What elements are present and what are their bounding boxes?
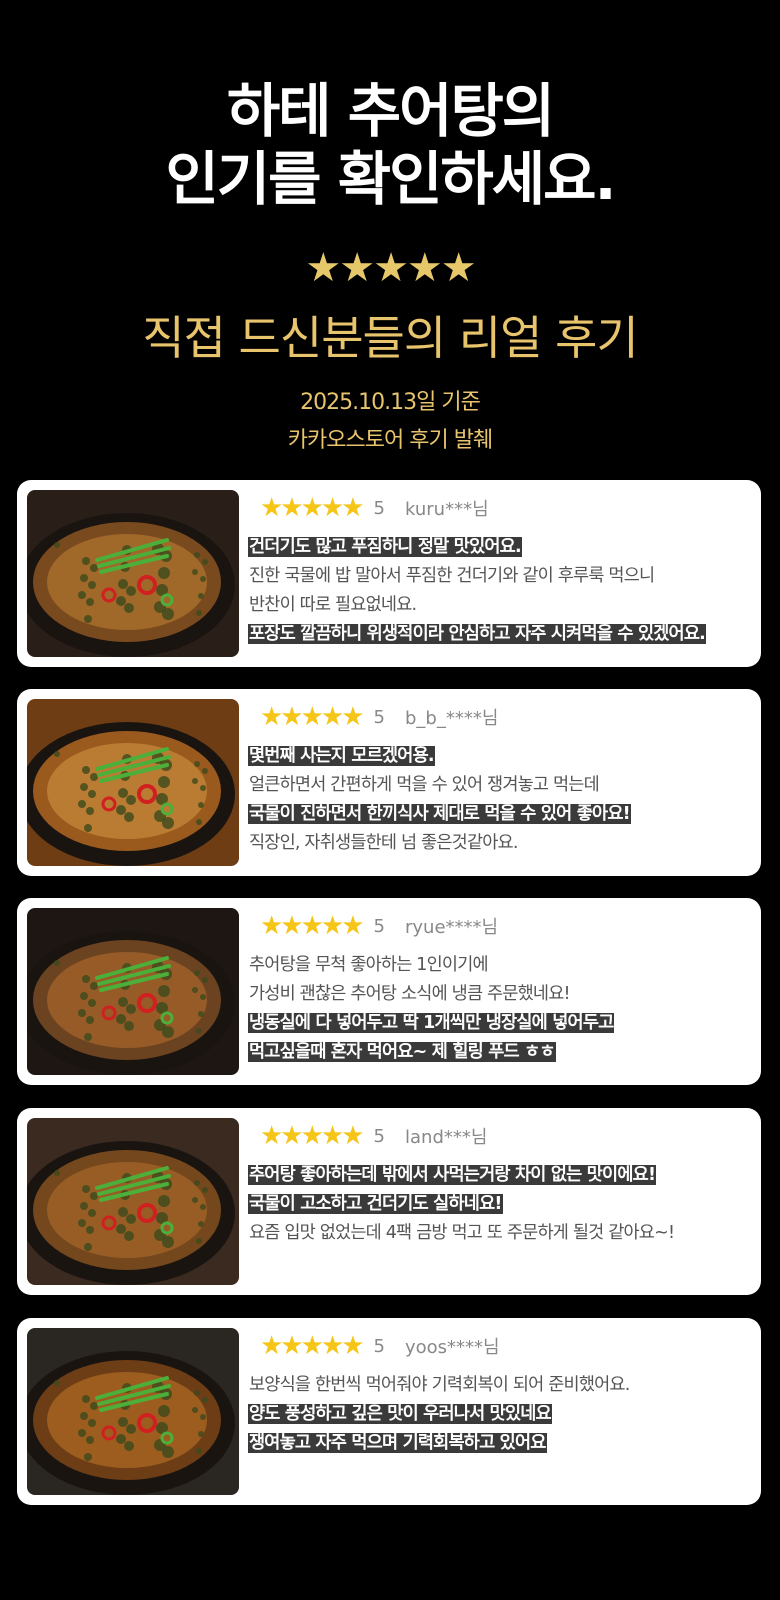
food-photo [27, 1118, 239, 1285]
reviewer-name: kuru***님 [405, 499, 489, 520]
food-photo [27, 490, 239, 657]
review-line: 추어탕을 무척 좋아하는 1인이기에 [248, 952, 754, 981]
review-line: 가성비 괜찮은 추어탕 소식에 냉큼 주문했네요! [248, 981, 754, 1010]
review-rating: ★★★★★ 5 kuru***님 [260, 494, 489, 522]
review-line: 먹고싶을때 혼자 먹어요~ 제 힐링 푸드 ㅎㅎ [248, 1039, 754, 1068]
page-title-line1: 하테 추어탕의 [226, 77, 555, 145]
review-text: 추어탕을 무척 좋아하는 1인이기에가성비 괜찮은 추어탕 소식에 냉큼 주문했… [248, 952, 754, 1068]
reviewer-name: yoos****님 [405, 1337, 500, 1358]
reviewer-name: b_b_****님 [405, 708, 499, 729]
review-line: 양도 풍성하고 깊은 맛이 우러나서 맛있네요 [248, 1401, 754, 1430]
review-line: 추어탕 좋아하는데 밖에서 사먹는거랑 차이 없는 맛이에요! [248, 1162, 754, 1191]
highlighted-text: 국물이 고소하고 건더기도 실하네요! [248, 1194, 503, 1214]
highlighted-text: 몇번째 사는지 모르겠어용. [248, 746, 435, 766]
review-line-text: 반찬이 따로 필요없네요. [249, 595, 417, 615]
review-card-1: ★★★★★ 5 kuru***님 건더기도 많고 푸짐하니 정말 맛있어요. 진한… [17, 480, 761, 667]
review-rating: ★★★★★ 5 ryue****님 [260, 912, 498, 940]
rating-score: 5 [373, 1335, 385, 1357]
review-line: 진한 국물에 밥 말아서 푸짐한 건더기와 같이 후루룩 먹으니 [248, 563, 754, 592]
review-line: 반찬이 따로 필요없네요. [248, 592, 754, 621]
chueotang-bowl-image [27, 1118, 239, 1285]
food-photo [27, 908, 239, 1075]
rating-score: 5 [373, 1125, 385, 1147]
review-line: 요즘 입맛 없었는데 4팩 금방 먹고 또 주문하게 될것 같아요~! [248, 1220, 754, 1249]
star-rating-icon: ★★★★★ [260, 1331, 365, 1361]
highlighted-text: 냉동실에 다 넣어두고 딱 1개씩만 냉장실에 넣어두고 [248, 1013, 615, 1033]
review-source: 카카오스토어 후기 발췌 [287, 428, 493, 453]
review-line: 국물이 고소하고 건더기도 실하네요! [248, 1191, 754, 1220]
star-rating-icon: ★★★★★ [260, 1121, 365, 1151]
star-rating-icon: ★★★★★ [260, 911, 365, 941]
food-photo [27, 1328, 239, 1495]
review-line-text: 진한 국물에 밥 말아서 푸짐한 건더기와 같이 후루룩 먹으니 [249, 566, 655, 586]
highlighted-text: 양도 풍성하고 깊은 맛이 우러나서 맛있네요 [248, 1404, 552, 1424]
review-rating: ★★★★★ 5 land***님 [260, 1122, 487, 1150]
review-line: 직장인, 자취생들한테 넘 좋은것같아요. [248, 830, 754, 859]
rating-score: 5 [373, 915, 385, 937]
review-text: 몇번째 사는지 모르겠어용. 얼큰하면서 간편하게 먹을 수 있어 쟁겨놓고 먹는… [248, 743, 754, 859]
highlighted-text: 쟁여놓고 자주 먹으며 기력회복하고 있어요 [248, 1433, 547, 1453]
star-rating-icon: ★★★★★ [260, 493, 365, 523]
reviewer-name: land***님 [405, 1127, 488, 1148]
review-text: 건더기도 많고 푸짐하니 정말 맛있어요. 진한 국물에 밥 말아서 푸짐한 건더… [248, 534, 754, 650]
review-line: 보양식을 한번씩 먹어줘야 기력회복이 되어 준비했어요. [248, 1372, 754, 1401]
review-line: 쟁여놓고 자주 먹으며 기력회복하고 있어요 [248, 1430, 754, 1459]
chueotang-bowl-image [27, 699, 239, 866]
page-subtitle: 직접 드신분들의 리얼 후기 [142, 311, 638, 365]
review-card-3: ★★★★★ 5 ryue****님 추어탕을 무척 좋아하는 1인이기에가성비 … [17, 898, 761, 1085]
review-line-text: 보양식을 한번씩 먹어줘야 기력회복이 되어 준비했어요. [249, 1375, 630, 1395]
page-title-line2: 인기를 확인하세요. [165, 145, 616, 213]
review-card-5: ★★★★★ 5 yoos****님 보양식을 한번씩 먹어줘야 기력회복이 되어… [17, 1318, 761, 1505]
review-line: 냉동실에 다 넣어두고 딱 1개씩만 냉장실에 넣어두고 [248, 1010, 754, 1039]
review-text: 보양식을 한번씩 먹어줘야 기력회복이 되어 준비했어요. 양도 풍성하고 깊은 … [248, 1372, 754, 1459]
chueotang-bowl-image [27, 908, 239, 1075]
chueotang-bowl-image [27, 1328, 239, 1495]
rating-score: 5 [373, 706, 385, 728]
review-line-text: 가성비 괜찮은 추어탕 소식에 냉큼 주문했네요! [249, 984, 571, 1004]
reference-date: 2025.10.13일 기준 [300, 390, 481, 415]
review-line-text: 요즘 입맛 없었는데 4팩 금방 먹고 또 주문하게 될것 같아요~! [249, 1223, 675, 1243]
review-rating: ★★★★★ 5 yoos****님 [260, 1332, 500, 1360]
reviewer-name: ryue****님 [405, 917, 499, 938]
review-text: 추어탕 좋아하는데 밖에서 사먹는거랑 차이 없는 맛이에요! 국물이 고소하고 … [248, 1162, 754, 1249]
review-line-text: 추어탕을 무척 좋아하는 1인이기에 [249, 955, 489, 975]
review-line: 건더기도 많고 푸짐하니 정말 맛있어요. [248, 534, 754, 563]
review-line: 얼큰하면서 간편하게 먹을 수 있어 쟁겨놓고 먹는데 [248, 772, 754, 801]
highlighted-text: 건더기도 많고 푸짐하니 정말 맛있어요. [248, 537, 522, 557]
highlighted-text: 포장도 깔끔하니 위생적이라 안심하고 자주 시켜먹을 수 있겠어요. [248, 624, 706, 644]
highlighted-text: 국물이 진하면서 한끼식사 제대로 먹을 수 있어 좋아요! [248, 804, 631, 824]
review-line-text: 직장인, 자취생들한테 넘 좋은것같아요. [249, 833, 518, 853]
highlighted-text: 먹고싶을때 혼자 먹어요~ 제 힐링 푸드 ㅎㅎ [248, 1042, 556, 1062]
review-line-text: 얼큰하면서 간편하게 먹을 수 있어 쟁겨놓고 먹는데 [249, 775, 600, 795]
review-card-4: ★★★★★ 5 land***님 추어탕 좋아하는데 밖에서 사먹는거랑 차이 … [17, 1108, 761, 1295]
chueotang-bowl-image [27, 490, 239, 657]
rating-score: 5 [373, 497, 385, 519]
review-card-2: ★★★★★ 5 b_b_****님 몇번째 사는지 모르겠어용. 얼큰하면서 간편… [17, 689, 761, 876]
review-rating: ★★★★★ 5 b_b_****님 [260, 703, 498, 731]
highlighted-text: 추어탕 좋아하는데 밖에서 사먹는거랑 차이 없는 맛이에요! [248, 1165, 657, 1185]
review-line: 국물이 진하면서 한끼식사 제대로 먹을 수 있어 좋아요! [248, 801, 754, 830]
food-photo [27, 699, 239, 866]
rating-stars-icon: ★★★★★ [305, 245, 476, 291]
star-rating-icon: ★★★★★ [260, 702, 365, 732]
review-line: 몇번째 사는지 모르겠어용. [248, 743, 754, 772]
review-line: 포장도 깔끔하니 위생적이라 안심하고 자주 시켜먹을 수 있겠어요. [248, 621, 754, 650]
